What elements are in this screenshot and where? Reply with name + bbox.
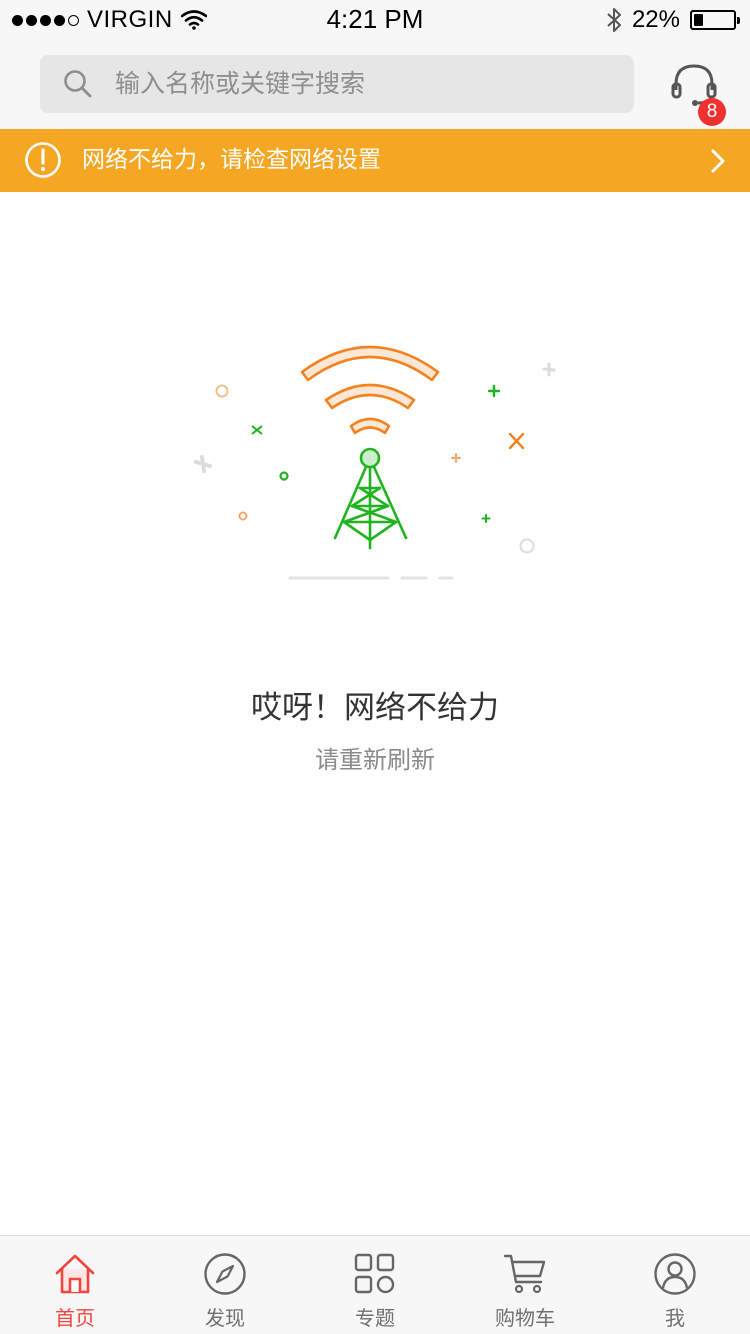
refresh-prompt[interactable]: 请重新刷新 [0, 740, 750, 775]
chevron-right-icon [711, 149, 725, 173]
no-network-illustration [194, 345, 556, 580]
tab-cart[interactable]: 购物车 [450, 1236, 600, 1334]
tab-discover[interactable]: 发现 [150, 1236, 300, 1334]
tab-home[interactable]: 首页 [0, 1236, 150, 1334]
banner-text: 网络不给力，请检查网络设置 [82, 147, 381, 173]
tab-label: 购物车 [495, 1306, 555, 1330]
notification-badge: 8 [698, 98, 726, 126]
battery-fill [694, 14, 704, 26]
tab-label: 首页 [55, 1306, 95, 1330]
grid-icon [354, 1253, 395, 1294]
signal-tower-icon [333, 447, 408, 550]
tab-label: 专题 [355, 1306, 395, 1330]
battery-percentage: 22% [631, 6, 680, 33]
cart-icon [503, 1254, 546, 1294]
bluetooth-icon [607, 8, 621, 32]
search-placeholder: 输入名称或关键字搜索 [115, 69, 366, 98]
tab-me[interactable]: 我 [600, 1236, 750, 1334]
search-icon [64, 70, 92, 98]
status-bar: VIRGIN 4:21 PM 22% [0, 0, 750, 40]
network-warning-banner[interactable]: 网络不给力，请检查网络设置 [0, 129, 750, 192]
warning-icon [25, 142, 61, 178]
tab-label: 我 [665, 1306, 685, 1330]
user-icon [654, 1253, 696, 1295]
status-right: 22% [606, 6, 740, 34]
tab-label: 发现 [205, 1306, 245, 1330]
home-icon [55, 1254, 95, 1294]
error-title: 哎呀！网络不给力 [251, 690, 499, 726]
battery-icon [690, 10, 740, 30]
bottom-tab-bar: 首页 发现 专题 购物车 我 [0, 1235, 750, 1334]
wifi-waves-icon [300, 345, 440, 435]
tab-topics[interactable]: 专题 [300, 1236, 450, 1334]
search-header: 输入名称或关键字搜索 8 [0, 40, 750, 129]
search-input[interactable]: 输入名称或关键字搜索 [40, 55, 634, 113]
compass-icon [204, 1253, 246, 1295]
